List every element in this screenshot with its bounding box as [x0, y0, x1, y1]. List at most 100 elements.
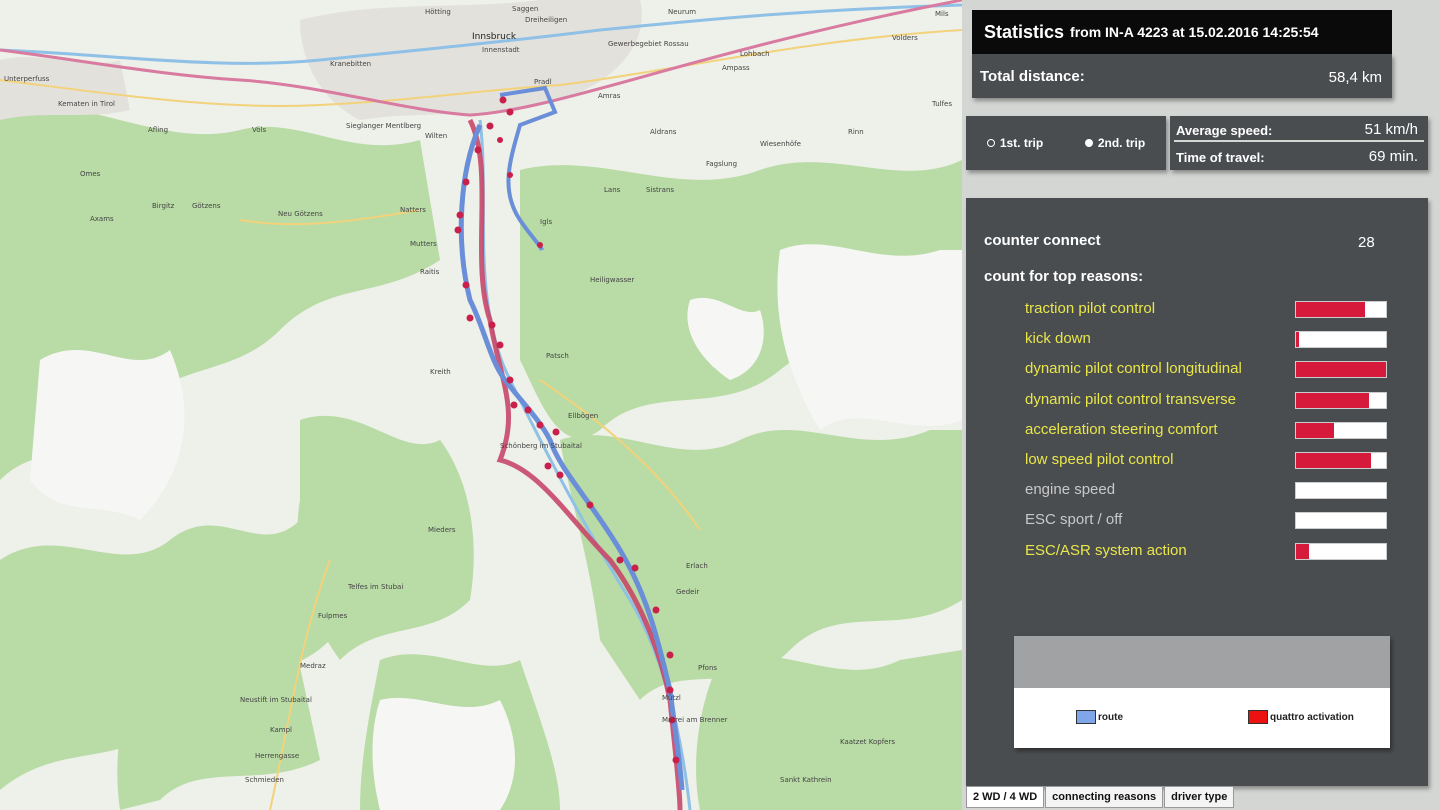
- total-distance-value: 58,4 km: [1328, 69, 1382, 86]
- reason-bar-fill: [1296, 332, 1299, 348]
- place-label-pfons: Pfons: [698, 664, 718, 672]
- total-distance-box: Total distance: 58,4 km: [972, 54, 1392, 98]
- map-canvas[interactable]: [0, 0, 962, 810]
- place-label-unterperfuss: Unterperfuss: [4, 75, 50, 83]
- reason-row[interactable]: low speed pilot control: [1025, 449, 1395, 471]
- counter-connect-label: counter connect: [984, 232, 1101, 249]
- reason-bar-fill: [1296, 422, 1334, 438]
- place-label-dreiheiligen: Dreiheiligen: [525, 16, 568, 24]
- place-label-lans: Lans: [604, 186, 621, 194]
- place-label-schonberg: Schönberg im Stubaital: [500, 442, 582, 450]
- place-label-matrei: Matrei am Brenner: [662, 716, 728, 724]
- tab-2[interactable]: driver type: [1164, 786, 1235, 808]
- reason-row[interactable]: kick down: [1025, 328, 1395, 350]
- place-label-patsch: Patsch: [546, 352, 569, 360]
- place-label-kreith: Kreith: [430, 368, 451, 376]
- place-label-innsbruck: Innsbruck: [472, 32, 517, 42]
- place-label-neustift: Neustift im Stubaital: [240, 696, 312, 704]
- place-label-natters: Natters: [400, 206, 426, 214]
- legend-route-label: route: [1098, 711, 1123, 723]
- place-label-hotting: Hötting: [425, 8, 451, 16]
- place-label-heiligwasser: Heiligwasser: [590, 276, 635, 284]
- app-root: Hötting Innsbruck Innenstadt Saggen Dreiheil…: [0, 0, 1440, 810]
- map-view[interactable]: Hötting Innsbruck Innenstadt Saggen Dreiheil…: [0, 0, 962, 810]
- place-label-neugotzens: Neu Götzens: [278, 210, 323, 218]
- place-label-telfes: Telfes im Stubai: [348, 583, 404, 591]
- place-label-pradl: Pradl: [534, 78, 552, 86]
- place-label-raitis: Raitis: [420, 268, 440, 276]
- quattro-swatch: [1248, 710, 1268, 724]
- reason-name: dynamic pilot control transverse: [1025, 390, 1236, 408]
- place-label-neurum: Neurum: [668, 8, 697, 16]
- reason-bar: [1295, 542, 1387, 560]
- tab-0[interactable]: 2 WD / 4 WD: [966, 786, 1045, 808]
- reason-name: traction pilot control: [1025, 300, 1156, 317]
- total-distance-label: Total distance:: [980, 68, 1085, 85]
- average-speed-row: Average speed: 51 km/h: [1174, 118, 1424, 142]
- place-label-afling: Afling: [148, 126, 169, 134]
- legend-quattro-label: quattro activation: [1270, 711, 1354, 723]
- first-trip-option[interactable]: 1st. trip: [986, 136, 1043, 150]
- reason-row[interactable]: dynamic pilot control longitudinal: [1025, 358, 1395, 380]
- reason-row[interactable]: ESC sport / off: [1025, 509, 1395, 531]
- place-label-innenstadt: Innenstadt: [482, 46, 520, 54]
- place-label-fulpmes: Fulpmes: [318, 612, 348, 620]
- legend-route: route: [1076, 710, 1123, 724]
- reason-bar-fill: [1296, 543, 1309, 559]
- place-label-mutz: Mützl: [662, 694, 681, 702]
- statistics-subtitle: from IN-A 4223 at 15.02.2016 14:25:54: [1070, 24, 1319, 40]
- second-trip-radio-icon[interactable]: [1084, 139, 1093, 147]
- place-label-tulfes: Tulfes: [932, 100, 953, 108]
- place-label-sistrans: Sistrans: [646, 186, 675, 194]
- place-label-ampass: Ampass: [722, 64, 750, 72]
- reason-row[interactable]: traction pilot control: [1025, 298, 1395, 320]
- place-label-mutters: Mutters: [410, 240, 437, 248]
- second-trip-option[interactable]: 2nd. trip: [1084, 136, 1145, 150]
- connecting-reasons-box: counter connect 28 count for top reasons…: [966, 198, 1428, 786]
- reason-bar: [1295, 421, 1387, 439]
- reason-name: ESC sport / off: [1025, 511, 1123, 529]
- statistics-panel: Statistics from IN-A 4223 at 15.02.2016 …: [962, 0, 1440, 810]
- place-label-mieders: Mieders: [428, 526, 456, 534]
- reason-row[interactable]: dynamic pilot control transverse: [1025, 389, 1395, 411]
- reason-bar-fill: [1296, 302, 1366, 317]
- place-label-ellbogen: Ellbögen: [568, 412, 599, 420]
- place-label-gedeir: Gedeir: [676, 588, 700, 596]
- place-label-fagslung: Fagslung: [706, 160, 738, 168]
- first-trip-radio-icon[interactable]: [986, 139, 995, 147]
- reason-name: acceleration steering comfort: [1025, 420, 1218, 438]
- reason-bar: [1295, 331, 1387, 349]
- reason-row[interactable]: acceleration steering comfort: [1025, 419, 1395, 441]
- reason-bar: [1295, 391, 1387, 409]
- map-legend: route quattro activation: [1014, 636, 1390, 748]
- place-label-mils: Mils: [935, 10, 949, 18]
- trip-selector: 1st. trip 2nd. trip: [966, 116, 1166, 170]
- place-label-igls: Igls: [540, 218, 553, 226]
- place-label-schmieden: Schmieden: [245, 776, 284, 784]
- reason-row[interactable]: engine speed: [1025, 479, 1395, 501]
- reason-name: low speed pilot control: [1025, 451, 1174, 468]
- legend-header: [1014, 636, 1390, 688]
- statistics-header: Statistics from IN-A 4223 at 15.02.2016 …: [972, 10, 1392, 54]
- reason-bar: [1295, 361, 1387, 379]
- reason-row[interactable]: ESC/ASR system action: [1025, 540, 1395, 562]
- place-label-wilten: Wilten: [425, 132, 448, 140]
- counter-connect-value: 28: [1358, 234, 1375, 251]
- place-label-volls: Völs: [252, 126, 267, 134]
- tab-1[interactable]: connecting reasons: [1045, 786, 1164, 808]
- place-label-sanktkathrein: Sankt Kathrein: [780, 776, 832, 784]
- top-reasons-label: count for top reasons:: [984, 268, 1144, 285]
- place-label-kranebitten: Kranebitten: [330, 60, 372, 68]
- reason-name: kick down: [1025, 330, 1091, 348]
- average-speed-label: Average speed:: [1176, 123, 1273, 138]
- place-label-kampl: Kampl: [270, 726, 292, 734]
- reason-bar: [1295, 452, 1387, 469]
- place-label-volders: Volders: [892, 34, 918, 42]
- place-label-kaatzet: Kaatzet Kopfers: [840, 738, 896, 746]
- place-label-herrengasse: Herrengasse: [255, 752, 300, 760]
- legend-quattro: quattro activation: [1248, 710, 1354, 724]
- statistics-title: Statistics: [984, 21, 1065, 42]
- reason-name: ESC/ASR system action: [1025, 541, 1187, 559]
- route-swatch: [1076, 710, 1096, 724]
- place-label-kematen: Kematen in Tirol: [58, 100, 115, 108]
